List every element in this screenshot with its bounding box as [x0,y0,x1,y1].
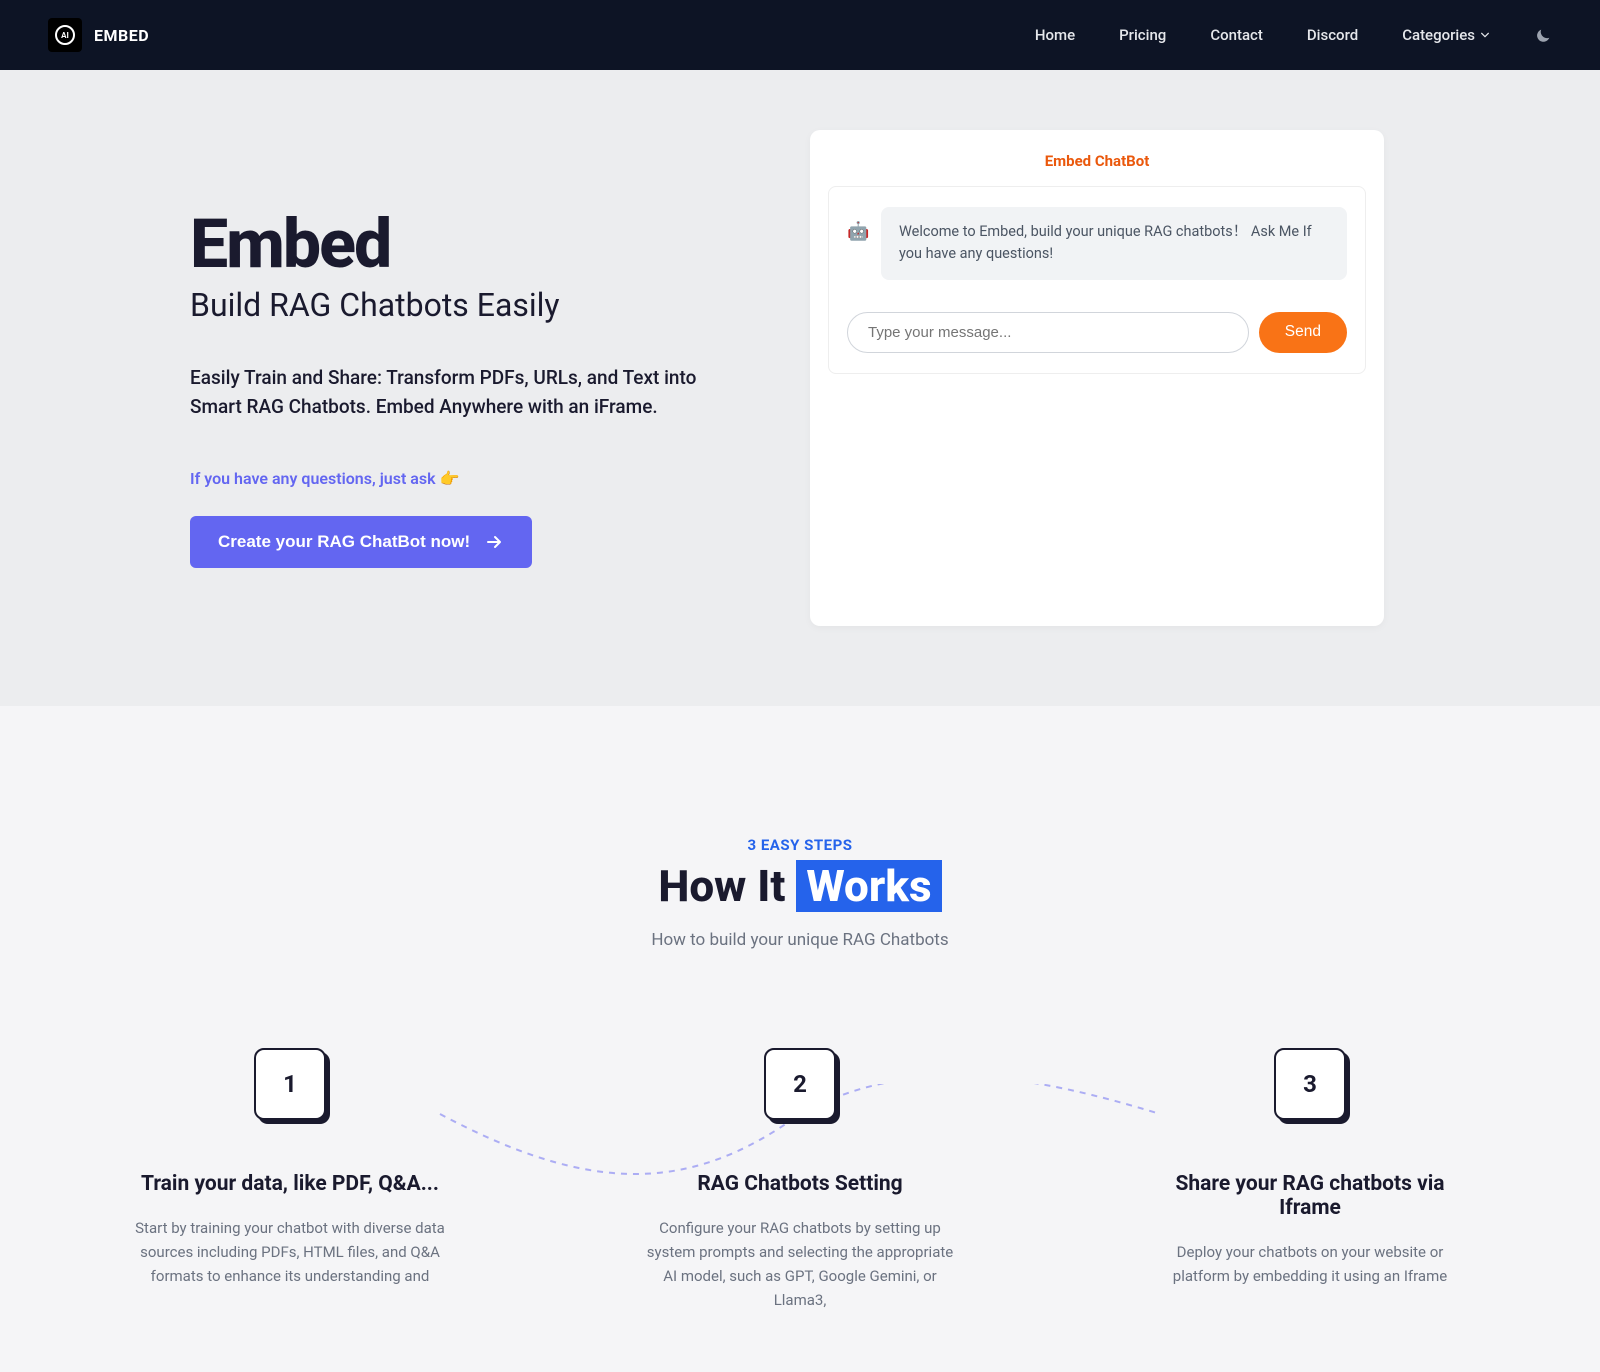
chatbot-title: Embed ChatBot [828,152,1366,170]
hero-subtitle: Build RAG Chatbots Easily [190,286,750,324]
chatbot-inner: 🤖 Welcome to Embed, build your unique RA… [828,186,1366,374]
nav-pricing[interactable]: Pricing [1119,26,1166,44]
chevron-down-icon [1480,30,1490,40]
hero-section: Embed Build RAG Chatbots Easily Easily T… [0,70,1600,706]
step-title: Train your data, like PDF, Q&A... [125,1172,455,1196]
navbar: AI EMBED Home Pricing Contact Discord Ca… [0,0,1600,70]
step-title: RAG Chatbots Setting [635,1172,965,1196]
chatbot-preview: Embed ChatBot 🤖 Welcome to Embed, build … [810,130,1384,626]
step-number: 2 [764,1048,836,1120]
step-number: 1 [254,1048,326,1120]
chat-message: 🤖 Welcome to Embed, build your unique RA… [847,207,1347,280]
arrow-right-icon [484,532,504,552]
chat-bubble: Welcome to Embed, build your unique RAG … [881,207,1347,280]
cta-label: Create your RAG ChatBot now! [218,532,470,552]
create-chatbot-button[interactable]: Create your RAG ChatBot now! [190,516,532,568]
how-title-highlight: Works [796,860,941,912]
step-title: Share your RAG chatbots via Iframe [1145,1172,1475,1220]
how-title-prefix: How It [658,860,796,912]
bot-avatar-icon: 🤖 [847,221,871,245]
hero-content: Embed Build RAG Chatbots Easily Easily T… [190,130,750,626]
how-title: How It Works [48,860,1552,912]
hero-hint: If you have any questions, just ask 👉 [190,469,750,488]
dark-mode-toggle[interactable] [1534,26,1552,44]
logo-text: EMBED [94,26,149,45]
step-number: 3 [1274,1048,1346,1120]
steps-row: 1 Train your data, like PDF, Q&A... Star… [48,1048,1552,1312]
nav-discord[interactable]: Discord [1307,26,1358,44]
steps-badge: 3 EASY STEPS [48,836,1552,854]
hero-description: Easily Train and Share: Transform PDFs, … [190,364,750,421]
step-1: 1 Train your data, like PDF, Q&A... Star… [125,1048,455,1312]
nav-categories[interactable]: Categories [1402,26,1490,44]
step-3: 3 Share your RAG chatbots via Iframe Dep… [1145,1048,1475,1312]
send-button[interactable]: Send [1259,312,1347,353]
step-description: Deploy your chatbots on your website or … [1145,1240,1475,1288]
how-subtitle: How to build your unique RAG Chatbots [48,930,1552,950]
nav-links: Home Pricing Contact Discord Categories [1035,26,1552,44]
hero-title: Embed [190,210,750,278]
chatbot-panel: Embed ChatBot 🤖 Welcome to Embed, build … [810,130,1384,626]
step-description: Start by training your chatbot with dive… [125,1216,455,1288]
nav-home[interactable]: Home [1035,26,1075,44]
how-it-works-section: 3 EASY STEPS How It Works How to build y… [0,706,1600,1372]
chat-input[interactable] [847,312,1249,353]
nav-contact[interactable]: Contact [1210,26,1263,44]
logo[interactable]: AI EMBED [48,18,149,52]
step-description: Configure your RAG chatbots by setting u… [635,1216,965,1312]
chat-input-row: Send [847,312,1347,353]
step-2: 2 RAG Chatbots Setting Configure your RA… [635,1048,965,1312]
nav-categories-label: Categories [1402,26,1475,44]
logo-icon: AI [48,18,82,52]
